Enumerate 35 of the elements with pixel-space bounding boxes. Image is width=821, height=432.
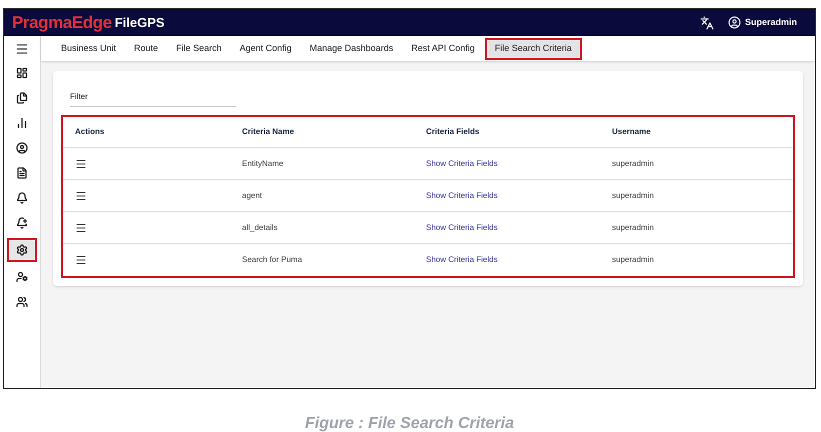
user-menu[interactable]: Superadmin xyxy=(728,16,797,30)
settings-icon[interactable] xyxy=(7,238,37,262)
nav-tab[interactable]: Manage Dashboards xyxy=(302,38,402,60)
table-cell-text: EntityName xyxy=(242,158,284,170)
nav-tab[interactable]: Route xyxy=(126,38,166,60)
nav-tab[interactable]: Business Unit xyxy=(53,38,124,60)
row-menu-icon[interactable] xyxy=(75,222,87,234)
table-cell-text: superadmin xyxy=(612,158,655,170)
column-header: Actions xyxy=(75,126,106,138)
show-fields-link[interactable]: Show Criteria Fields xyxy=(426,190,498,202)
product-name: FileGPS xyxy=(114,14,165,32)
row-menu-icon[interactable] xyxy=(75,158,87,170)
table-cell-text: superadmin xyxy=(612,222,655,234)
column-header: Criteria Name xyxy=(242,126,296,138)
nav-tab[interactable]: File Search xyxy=(168,38,230,60)
show-fields-link[interactable]: Show Criteria Fields xyxy=(426,254,498,266)
nav-tab[interactable]: Rest API Config xyxy=(403,38,483,60)
brand-logo: PragmaEdge xyxy=(12,12,112,34)
nav-tab[interactable]: File Search Criteria xyxy=(484,38,582,60)
table-cell-text: Search for Puma xyxy=(242,254,304,266)
row-menu-icon[interactable] xyxy=(75,254,87,266)
table-cell-text: agent xyxy=(242,190,264,202)
figure-caption: Figure : File Search Criteria xyxy=(305,414,514,432)
user-icon xyxy=(728,16,741,29)
table-cell-text: superadmin xyxy=(612,254,655,266)
nav-tab[interactable]: Agent Config xyxy=(232,38,300,60)
show-fields-link[interactable]: Show Criteria Fields xyxy=(426,222,498,234)
column-header: Username xyxy=(612,126,652,138)
column-header: Criteria Fields xyxy=(426,126,480,138)
table-cell-text: superadmin xyxy=(612,190,655,202)
table-cell-text: all_details xyxy=(242,222,279,234)
filter-field[interactable]: Filter xyxy=(70,91,236,107)
row-menu-icon[interactable] xyxy=(75,190,87,202)
show-fields-link[interactable]: Show Criteria Fields xyxy=(426,158,498,170)
translate-icon[interactable] xyxy=(700,16,714,30)
